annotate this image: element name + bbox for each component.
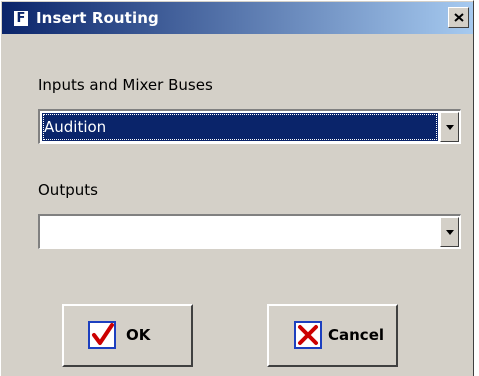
cancel-button[interactable]: Cancel — [267, 304, 398, 367]
app-icon: F — [14, 11, 28, 26]
chevron-down-icon — [445, 229, 454, 235]
close-button[interactable] — [448, 7, 469, 28]
inputs-dropdown-arrow-button[interactable] — [440, 112, 459, 142]
cancel-label: Cancel — [328, 326, 385, 344]
insert-routing-dialog: F Insert Routing Inputs and Mixer Buses … — [0, 0, 474, 376]
outputs-dropdown-arrow-button[interactable] — [440, 217, 459, 247]
ok-label: OK — [126, 326, 151, 344]
ok-button[interactable]: OK — [62, 304, 193, 367]
checkmark-icon — [88, 321, 116, 349]
title-bar[interactable]: F Insert Routing — [2, 2, 473, 34]
inputs-selected-text: Audition — [44, 118, 107, 136]
chevron-down-icon — [445, 124, 454, 130]
inputs-dropdown[interactable]: Audition — [38, 109, 461, 144]
inputs-dropdown-value[interactable]: Audition — [42, 113, 438, 141]
outputs-dropdown[interactable] — [38, 214, 461, 249]
cross-icon — [294, 321, 322, 349]
outputs-label: Outputs — [38, 181, 98, 199]
inputs-label: Inputs and Mixer Buses — [38, 76, 213, 94]
window-title: Insert Routing — [36, 9, 159, 27]
outputs-dropdown-value[interactable] — [42, 218, 438, 246]
close-icon — [453, 13, 464, 22]
